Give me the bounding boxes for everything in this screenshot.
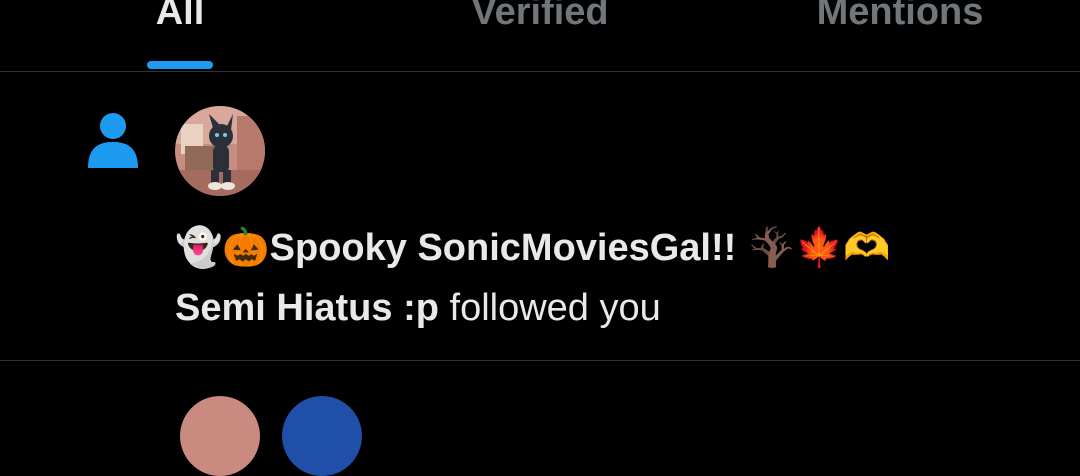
user-display-name[interactable]: 👻🎃Spooky SonicMoviesGal!! 🪾🍁🫶 <box>175 225 891 269</box>
avatar-image <box>175 106 265 196</box>
ghost-pumpkin-emoji: 👻🎃 <box>175 225 270 269</box>
next-avatar-2[interactable] <box>282 396 362 476</box>
action-text: followed you <box>438 287 661 329</box>
next-avatar-1[interactable] <box>180 396 260 476</box>
tab-all[interactable]: All <box>120 0 240 42</box>
tab-mentions[interactable]: Mentions <box>770 0 1030 42</box>
person-icon <box>88 113 138 168</box>
notification-divider <box>0 360 1080 361</box>
notification-text: 👻🎃Spooky SonicMoviesGal!! 🪾🍁🫶 Semi Hiatu… <box>175 217 1055 338</box>
user-display-name-line2[interactable]: Semi Hiatus :p <box>175 287 439 329</box>
follow-notification[interactable]: 👻🎃Spooky SonicMoviesGal!! 🪾🍁🫶 Semi Hiatu… <box>0 72 1080 360</box>
notification-tabs: All Verified Mentions <box>0 0 1080 72</box>
tab-verified[interactable]: Verified <box>430 0 650 42</box>
tree-leaf-heart-emoji: 🪾🍁🫶 <box>736 225 891 269</box>
user-avatar[interactable] <box>175 106 265 196</box>
active-tab-indicator <box>147 61 213 69</box>
